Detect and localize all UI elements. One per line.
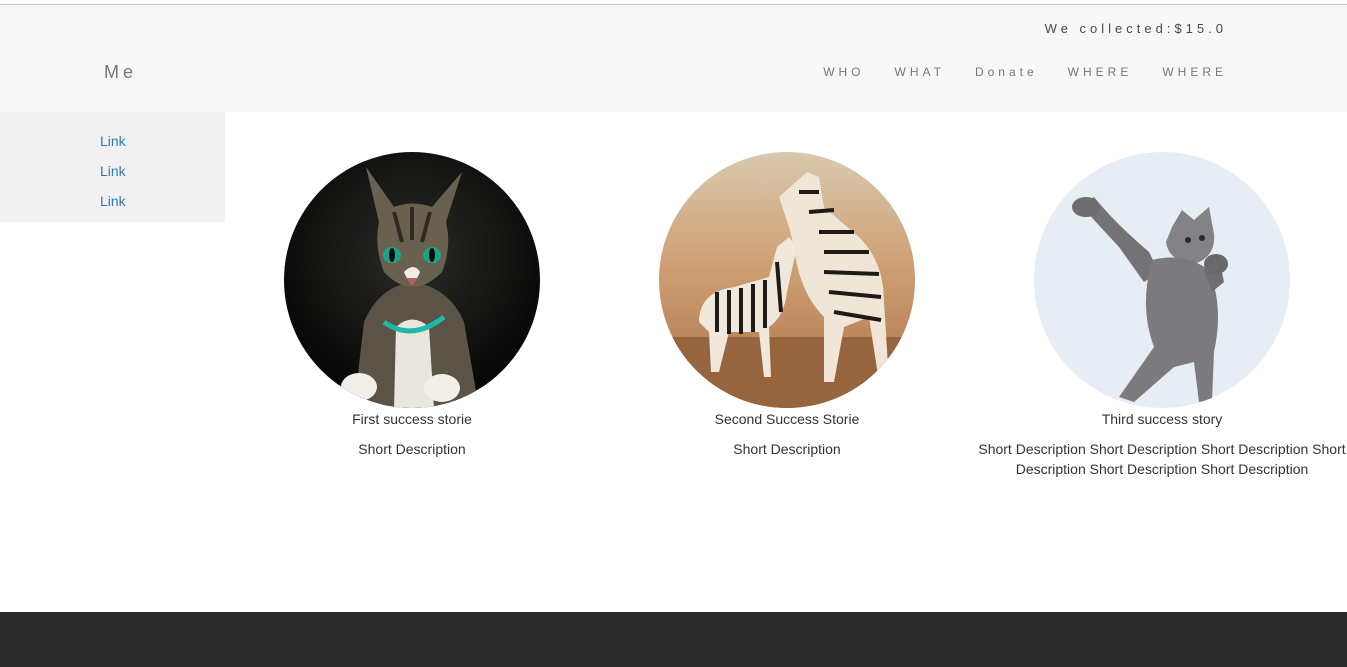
story-title: First success storie bbox=[352, 411, 472, 427]
story-description: Short Description bbox=[358, 441, 466, 457]
story-card-3: Third success story Short Description Sh… bbox=[972, 152, 1347, 479]
story-title: Second Success Storie bbox=[714, 411, 860, 427]
sidebar: Link Link Link bbox=[0, 112, 225, 222]
sidebar-link-2[interactable]: Link bbox=[100, 163, 126, 179]
nav-item-donate[interactable]: Donate bbox=[975, 65, 1038, 79]
nav-item-what[interactable]: WHAT bbox=[895, 65, 945, 79]
header: We collected:$15.0 Me WHO WHAT Donate WH… bbox=[0, 5, 1347, 112]
footer bbox=[0, 612, 1347, 667]
story-image-dancing-cat bbox=[1034, 152, 1290, 408]
story-card-1: First success storie Short Description bbox=[222, 152, 602, 459]
story-description: Short Description Short Description Shor… bbox=[978, 441, 1346, 477]
nav-item-who[interactable]: WHO bbox=[823, 65, 864, 79]
brand-link[interactable]: Me bbox=[104, 62, 137, 83]
story-image-zebras bbox=[659, 152, 915, 408]
sidebar-link-3[interactable]: Link bbox=[100, 193, 126, 209]
story-description: Short Description bbox=[733, 441, 841, 457]
nav-item-where-2[interactable]: WHERE bbox=[1162, 65, 1227, 79]
collected-amount: We collected:$15.0 bbox=[1044, 21, 1227, 36]
nav-item-where[interactable]: WHERE bbox=[1068, 65, 1133, 79]
story-image-cat bbox=[284, 152, 540, 408]
main-nav: WHO WHAT Donate WHERE WHERE bbox=[793, 65, 1227, 79]
story-title: Third success story bbox=[1101, 411, 1223, 427]
story-card-2: Second Success Storie Short Description bbox=[597, 152, 977, 459]
sidebar-link-1[interactable]: Link bbox=[100, 133, 126, 149]
